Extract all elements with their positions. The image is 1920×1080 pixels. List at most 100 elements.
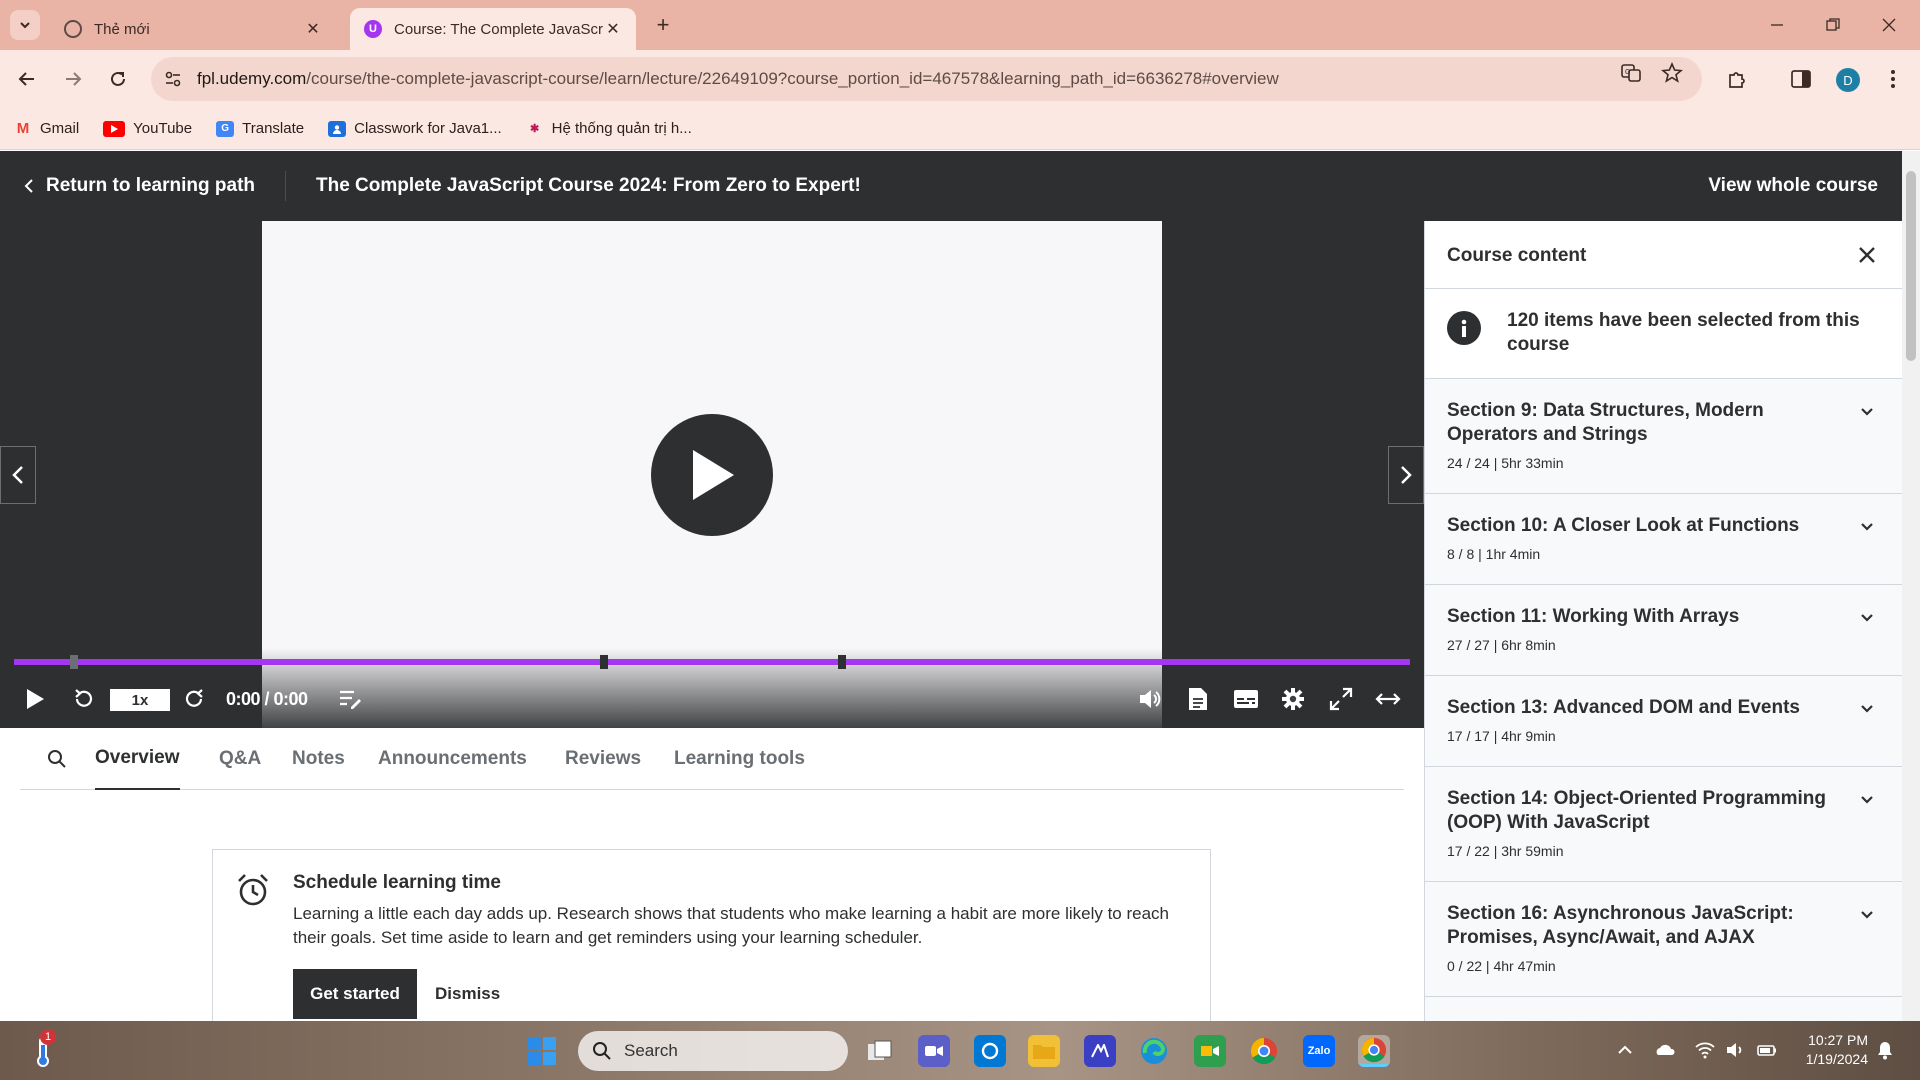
speaker-icon[interactable] <box>1724 1039 1746 1061</box>
forward-button[interactable] <box>58 64 88 94</box>
browser-tab-course[interactable]: U Course: The Complete JavaScrip ✕ <box>350 8 636 50</box>
captions-button[interactable] <box>1226 679 1266 719</box>
previous-lecture-button[interactable] <box>0 446 36 504</box>
tab-notes[interactable]: Notes <box>292 728 345 790</box>
tab-search-dropdown[interactable] <box>10 10 40 40</box>
chevron-down-icon[interactable] <box>1857 401 1877 421</box>
bookmark-classwork[interactable]: Classwork for Java1... <box>328 120 502 137</box>
close-tab-icon[interactable]: ✕ <box>304 20 322 38</box>
notification-bell-icon[interactable] <box>1874 1039 1896 1061</box>
play-button[interactable] <box>15 679 55 719</box>
chevron-down-icon[interactable] <box>1857 607 1877 627</box>
dismiss-button[interactable]: Dismiss <box>435 969 500 1019</box>
fullscreen-button[interactable] <box>1321 679 1361 719</box>
playback-speed-button[interactable]: 1x <box>110 689 170 711</box>
transcript-button[interactable] <box>1178 679 1218 719</box>
expand-width-button[interactable] <box>1368 679 1408 719</box>
new-tab-button[interactable]: + <box>650 12 676 38</box>
taskbar-search-box[interactable]: Search <box>578 1031 848 1071</box>
clock-time: 10:27 PM <box>1808 1032 1868 1048</box>
task-view-icon[interactable] <box>864 1035 896 1067</box>
zalo-icon[interactable]: Zalo <box>1303 1035 1335 1067</box>
schedule-description: Learning a little each day adds up. Rese… <box>293 904 1169 947</box>
progress-chapter-marker[interactable] <box>69 655 78 669</box>
close-window-button[interactable] <box>1866 10 1912 40</box>
section-item[interactable]: Section 14: Object-Oriented Programming … <box>1425 767 1902 882</box>
close-tab-icon[interactable]: ✕ <box>604 20 622 38</box>
view-whole-course-button[interactable]: View whole course <box>1708 175 1878 197</box>
page-scrollbar[interactable] <box>1902 151 1920 1021</box>
section-item[interactable]: Section 11: Working With Arrays 27 / 27 … <box>1425 585 1902 676</box>
chevron-down-icon[interactable] <box>1857 516 1877 536</box>
onedrive-icon[interactable] <box>1654 1039 1676 1061</box>
translate-page-icon[interactable]: G <box>1620 62 1642 84</box>
chrome-icon[interactable] <box>1248 1035 1280 1067</box>
editor-app-icon[interactable] <box>1084 1035 1116 1067</box>
video-player[interactable]: 1x 0:00 / 0:00 <box>0 221 1424 728</box>
tab-reviews[interactable]: Reviews <box>565 728 641 790</box>
rewind-button[interactable] <box>63 679 103 719</box>
side-panel-button[interactable] <box>1788 66 1814 92</box>
extensions-button[interactable] <box>1724 66 1750 92</box>
video-progress-bar[interactable] <box>14 655 1410 669</box>
minimize-button[interactable] <box>1754 10 1800 40</box>
close-icon[interactable] <box>1855 243 1879 267</box>
wifi-icon[interactable] <box>1694 1039 1716 1061</box>
tab-announcements[interactable]: Announcements <box>378 728 527 790</box>
progress-chapter-marker[interactable] <box>837 655 846 669</box>
battery-icon[interactable] <box>1756 1039 1778 1061</box>
chevron-down-icon[interactable] <box>1857 789 1877 809</box>
forward-button[interactable] <box>175 679 215 719</box>
svg-text:G: G <box>1625 69 1630 76</box>
bookmark-gmail[interactable]: M Gmail <box>14 120 79 137</box>
browser-menu-button[interactable] <box>1880 66 1906 92</box>
progress-chapter-marker[interactable] <box>600 655 609 669</box>
scrollbar-thumb[interactable] <box>1906 171 1916 361</box>
meet-app-icon[interactable] <box>1194 1035 1226 1067</box>
search-icon[interactable] <box>46 748 68 770</box>
selection-info-text: 120 items have been selected from this c… <box>1507 310 1860 355</box>
teams-meet-icon[interactable] <box>918 1035 950 1067</box>
chevron-down-icon[interactable] <box>1857 904 1877 924</box>
youtube-icon <box>103 120 126 137</box>
copilot-icon[interactable] <box>974 1035 1006 1067</box>
bookmark-label: Classwork for Java1... <box>354 120 502 137</box>
bookmark-translate[interactable]: G Translate <box>216 120 304 137</box>
reload-button[interactable] <box>103 64 133 94</box>
bookmark-youtube[interactable]: YouTube <box>103 120 192 137</box>
system-clock[interactable]: 10:27 PM 1/19/2024 <box>1796 1031 1868 1069</box>
tab-learning-tools[interactable]: Learning tools <box>674 728 805 790</box>
return-to-learning-path-link[interactable]: Return to learning path <box>24 171 286 201</box>
profile-avatar[interactable]: D <box>1836 68 1860 92</box>
get-started-button[interactable]: Get started <box>293 969 417 1019</box>
file-explorer-icon[interactable] <box>1028 1035 1060 1067</box>
section-item[interactable]: Section 9: Data Structures, Modern Opera… <box>1425 379 1902 494</box>
section-item[interactable]: Section 10: A Closer Look at Functions 8… <box>1425 494 1902 585</box>
bookmark-star-icon[interactable] <box>1661 62 1683 84</box>
udemy-favicon-icon: U <box>364 20 382 38</box>
section-item[interactable]: Section 13: Advanced DOM and Events 17 /… <box>1425 676 1902 767</box>
next-lecture-button[interactable] <box>1388 446 1424 504</box>
section-meta: 17 / 17 | 4hr 9min <box>1447 728 1556 744</box>
volume-button[interactable] <box>1130 679 1170 719</box>
section-item[interactable]: Section 16: Asynchronous JavaScript: Pro… <box>1425 882 1902 997</box>
settings-button[interactable] <box>1273 679 1313 719</box>
browser-tab-new[interactable]: Thẻ mới ✕ <box>50 8 336 50</box>
site-settings-icon[interactable] <box>163 69 183 89</box>
chevron-down-icon[interactable] <box>1857 698 1877 718</box>
bookmark-system[interactable]: ✱ Hệ thống quản trị h... <box>526 120 692 137</box>
edge-browser-icon[interactable] <box>1138 1035 1170 1067</box>
chevron-up-icon[interactable] <box>1614 1039 1636 1061</box>
section-meta: 17 / 22 | 3hr 59min <box>1447 843 1564 859</box>
back-button[interactable] <box>12 64 42 94</box>
address-bar[interactable]: fpl.udemy.com/course/the-complete-javasc… <box>151 57 1702 101</box>
browser-tab-bar: Thẻ mới ✕ U Course: The Complete JavaScr… <box>0 0 1920 50</box>
restore-button[interactable] <box>1810 10 1856 40</box>
video-time: 0:00 / 0:00 <box>226 689 308 709</box>
big-play-button[interactable] <box>651 414 773 536</box>
tab-qa[interactable]: Q&A <box>219 728 261 790</box>
windows-start-icon[interactable] <box>527 1036 557 1066</box>
chrome-profile-active-icon[interactable] <box>1358 1035 1390 1067</box>
tab-overview[interactable]: Overview <box>95 728 180 790</box>
add-note-button[interactable] <box>330 679 370 719</box>
